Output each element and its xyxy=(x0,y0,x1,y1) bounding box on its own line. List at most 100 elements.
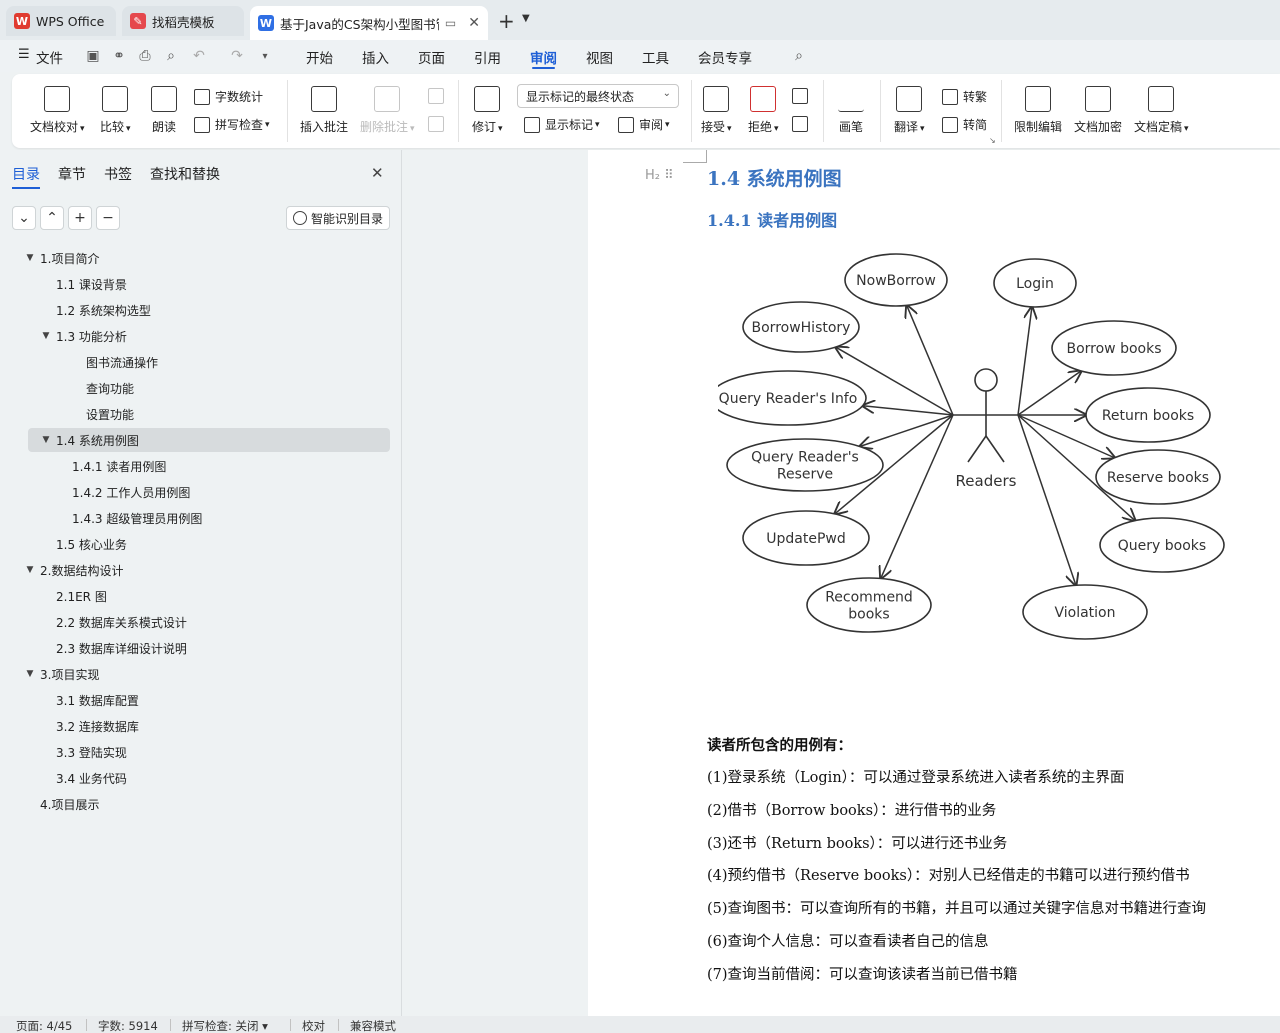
monitor-icon[interactable]: ▭ xyxy=(445,16,456,30)
toc-item-label: 1.4.2 工作人员用例图 xyxy=(72,485,191,500)
print-preview-icon[interactable]: ⌕ xyxy=(162,47,180,65)
revise-button[interactable]: 修订 ▾ xyxy=(472,86,503,135)
new-tab-icon[interactable]: + xyxy=(498,9,515,33)
to-simplified-button[interactable]: 转简 xyxy=(942,116,987,133)
toc-item[interactable]: ▼ 1.3 功能分析 xyxy=(40,324,127,348)
redo-icon[interactable]: ↷ xyxy=(228,47,246,65)
caret-down-icon[interactable]: ▼ xyxy=(24,253,36,263)
toc-item[interactable]: 3.2 连接数据库 xyxy=(40,714,139,738)
toc-item[interactable]: 设置功能 xyxy=(70,402,134,426)
menu-reference[interactable]: 引用 xyxy=(474,47,501,67)
close-pane-icon[interactable]: ✕ xyxy=(371,164,384,182)
pen-button[interactable]: 画笔 xyxy=(838,86,864,135)
restrict-edit-button[interactable]: 限制编辑 xyxy=(1014,86,1062,135)
prev-comment-button[interactable] xyxy=(428,88,449,104)
menu-insert[interactable]: 插入 xyxy=(362,47,389,67)
toc-item[interactable]: 1.4.1 读者用例图 xyxy=(56,454,166,478)
dialog-launcher-icon[interactable]: ↘ xyxy=(989,136,996,145)
prev-change-button[interactable] xyxy=(792,88,813,104)
smart-toc-button[interactable]: 智能识别目录 xyxy=(286,206,390,230)
heading-style-marker[interactable]: H₂ ⠿ xyxy=(645,168,674,183)
nav-tab-chapter[interactable]: 章节 xyxy=(58,164,86,184)
page-indicator[interactable]: 页面: 4/45 xyxy=(16,1018,72,1033)
toc-item[interactable]: 3.3 登陆实现 xyxy=(40,740,127,764)
toc-item[interactable]: 1.4.3 超级管理员用例图 xyxy=(56,506,202,530)
remove-heading-icon[interactable]: − xyxy=(96,206,120,230)
insert-comment-button[interactable]: 插入批注 xyxy=(300,86,348,135)
undo-icon[interactable]: ↶ xyxy=(190,47,208,65)
toc-item-label: 2.数据结构设计 xyxy=(40,563,124,578)
caret-down-icon[interactable]: ▼ xyxy=(40,435,52,445)
toc-item[interactable]: ▼ 1.项目简介 xyxy=(24,246,100,270)
toc-item[interactable]: ▼ 2.数据结构设计 xyxy=(24,558,124,582)
add-heading-icon[interactable]: + xyxy=(68,206,92,230)
nav-tab-bookmark[interactable]: 书签 xyxy=(104,164,132,184)
ribbon-divider xyxy=(1001,80,1002,142)
delete-comment-button[interactable]: 删除批注 ▾ xyxy=(360,86,415,135)
menu-tools[interactable]: 工具 xyxy=(642,47,669,67)
menu-page[interactable]: 页面 xyxy=(418,47,445,67)
search-icon[interactable]: ⌕ xyxy=(790,47,808,65)
compare-button[interactable]: 比较 ▾ xyxy=(100,86,131,135)
word-count-button[interactable]: 字数统计 xyxy=(194,88,263,105)
nav-tab-find-replace[interactable]: 查找和替换 xyxy=(150,164,220,184)
menu-file[interactable]: 文件 xyxy=(36,47,63,67)
menu-review[interactable]: 审阅 xyxy=(530,47,557,69)
to-traditional-button[interactable]: 转繁 xyxy=(942,88,987,105)
nav-tab-toc[interactable]: 目录 xyxy=(12,164,40,189)
next-change-button[interactable] xyxy=(792,116,813,132)
toc-item[interactable]: 2.2 数据库关系模式设计 xyxy=(40,610,187,634)
toc-item[interactable]: 1.5 核心业务 xyxy=(40,532,127,556)
delete-comment-label: 删除批注 xyxy=(360,120,409,134)
toc-item[interactable]: ▼ 1.4 系统用例图 xyxy=(40,428,139,452)
encrypt-button[interactable]: 文档加密 xyxy=(1074,86,1122,135)
tab-template[interactable]: ✎ 找稻壳模板 xyxy=(122,6,244,36)
next-comment-button[interactable] xyxy=(428,116,449,132)
finalize-button[interactable]: 文档定稿 ▾ xyxy=(1134,86,1189,135)
expand-icon[interactable]: ⌄ xyxy=(12,206,36,230)
accept-button[interactable]: 接受 ▾ xyxy=(701,86,732,135)
caret-down-icon[interactable]: ▼ xyxy=(24,669,36,679)
toc-item[interactable]: 1.2 系统架构选型 xyxy=(40,298,151,322)
status-divider xyxy=(170,1019,171,1031)
tab-document[interactable]: W 基于Java的CS架构小型图书管理系统 ▭ ✕ xyxy=(250,6,488,40)
reject-button[interactable]: 拒绝 ▾ xyxy=(748,86,779,135)
use-case-right-0-label: Login xyxy=(1016,276,1054,292)
proof-status[interactable]: 校对 xyxy=(302,1018,325,1033)
toc-item[interactable]: 1.4.2 工作人员用例图 xyxy=(56,480,190,504)
association-arrow xyxy=(907,305,954,416)
toc-item[interactable]: ▼ 3.项目实现 xyxy=(24,662,100,686)
toc-item[interactable]: 查询功能 xyxy=(70,376,134,400)
toc-item[interactable]: 图书流通操作 xyxy=(70,350,158,374)
collapse-icon[interactable]: ⌃ xyxy=(40,206,64,230)
menu-member[interactable]: 会员专享 xyxy=(698,47,752,67)
translate-button[interactable]: 翻译 ▾ xyxy=(894,86,925,135)
review-pane-button[interactable]: 审阅 ▾ xyxy=(618,116,670,133)
doc-check-button[interactable]: 文档校对 ▾ xyxy=(30,86,85,135)
show-marks-button[interactable]: 显示标记 ▾ xyxy=(524,116,600,133)
toc-item[interactable]: 3.4 业务代码 xyxy=(40,766,127,790)
caret-down-icon[interactable]: ▼ xyxy=(40,331,52,341)
document-page[interactable]: H₂ ⠿ 1.4 系统用例图 1.4.1 读者用例图 NowBorrow Borr… xyxy=(588,150,1280,1016)
hamburger-icon[interactable]: ☰ xyxy=(18,47,30,62)
menu-home[interactable]: 开始 xyxy=(306,47,333,67)
toc-item[interactable]: 1.1 课设背景 xyxy=(40,272,127,296)
tab-list-chevron-icon[interactable]: ▼ xyxy=(522,13,530,24)
toc-item[interactable]: 2.1ER 图 xyxy=(40,584,107,608)
mark-state-select[interactable]: 显示标记的最终状态 ⌄ xyxy=(517,84,679,108)
menu-view[interactable]: 视图 xyxy=(586,47,613,67)
print-icon[interactable]: ⎙ xyxy=(136,47,154,65)
save-icon[interactable]: ▣ xyxy=(84,47,102,65)
spell-check-status[interactable]: 拼写检查: 关闭 ▾ xyxy=(182,1018,268,1033)
more-chevron-icon[interactable]: ▾ xyxy=(256,47,274,65)
read-aloud-button[interactable]: 朗读 xyxy=(151,86,177,135)
toc-item[interactable]: 4.项目展示 xyxy=(24,792,99,816)
close-tab-icon[interactable]: ✕ xyxy=(468,15,480,31)
spell-check-button[interactable]: 拼写检查 ▾ xyxy=(194,116,270,133)
word-count-status[interactable]: 字数: 5914 xyxy=(98,1018,158,1033)
toc-item[interactable]: 2.3 数据库详细设计说明 xyxy=(40,636,187,660)
caret-down-icon[interactable]: ▼ xyxy=(24,565,36,575)
toc-item[interactable]: 3.1 数据库配置 xyxy=(40,688,139,712)
share-icon[interactable]: ⚭ xyxy=(110,47,128,65)
tab-wps-office[interactable]: W WPS Office xyxy=(6,6,116,36)
